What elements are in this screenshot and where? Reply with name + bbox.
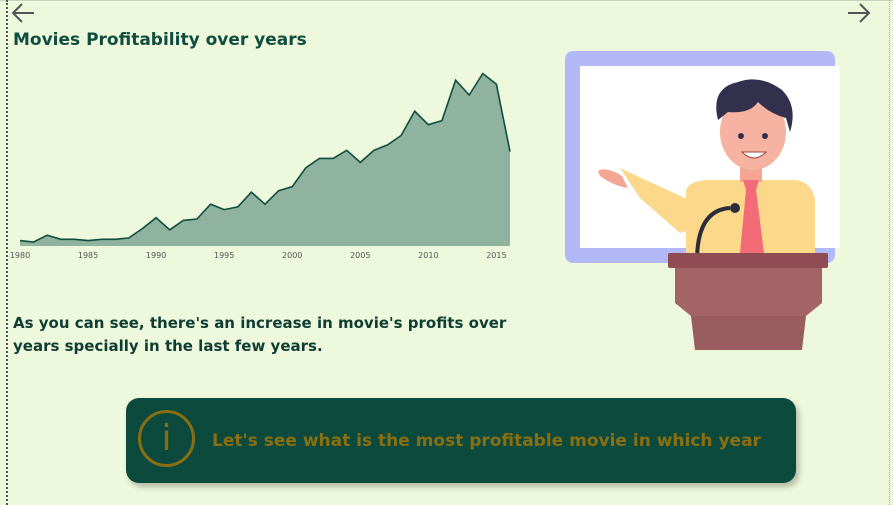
x-tick-label: 1985 bbox=[78, 251, 98, 260]
forward-button[interactable] bbox=[846, 2, 872, 24]
top-border bbox=[0, 0, 893, 1]
profit-area-chart: 1980 1985 1990 1995 2000 2005 2010 2015 bbox=[10, 72, 511, 260]
description-text: As you can see, there's an increase in m… bbox=[13, 314, 507, 355]
profit-area-fill bbox=[20, 73, 510, 246]
podium-base bbox=[691, 316, 806, 350]
x-tick-label: 1995 bbox=[214, 251, 234, 260]
x-tick-label: 2015 bbox=[486, 251, 506, 260]
page-title: Movies Profitability over years bbox=[13, 30, 307, 50]
x-tick-label: 2000 bbox=[282, 251, 302, 260]
podium-body bbox=[675, 268, 822, 316]
left-dotted-border bbox=[6, 0, 8, 505]
arrow-right-icon bbox=[848, 3, 871, 23]
callout-text: Let's see what is the most profitable mo… bbox=[212, 431, 761, 451]
arrow-left-icon bbox=[11, 3, 34, 23]
presenter-eye-left bbox=[738, 133, 744, 139]
x-tick-label: 2005 bbox=[350, 251, 370, 260]
x-tick-label: 1990 bbox=[146, 251, 166, 260]
back-button[interactable] bbox=[10, 2, 36, 24]
x-tick-label: 2010 bbox=[418, 251, 438, 260]
chart-area-layer bbox=[19, 72, 511, 246]
info-icon-glyph: i bbox=[161, 418, 172, 459]
info-icon: i bbox=[138, 410, 195, 467]
x-tick-label: 1980 bbox=[10, 251, 30, 260]
presenter-illustration bbox=[565, 51, 840, 350]
chart-x-axis: 1980 1985 1990 1995 2000 2005 2010 2015 bbox=[10, 251, 507, 260]
next-insight-callout[interactable]: i Let's see what is the most profitable … bbox=[126, 398, 796, 483]
podium-top bbox=[668, 253, 828, 268]
right-dotted-border bbox=[889, 0, 890, 505]
microphone-head bbox=[730, 203, 740, 213]
presenter-eye-right bbox=[762, 133, 768, 139]
